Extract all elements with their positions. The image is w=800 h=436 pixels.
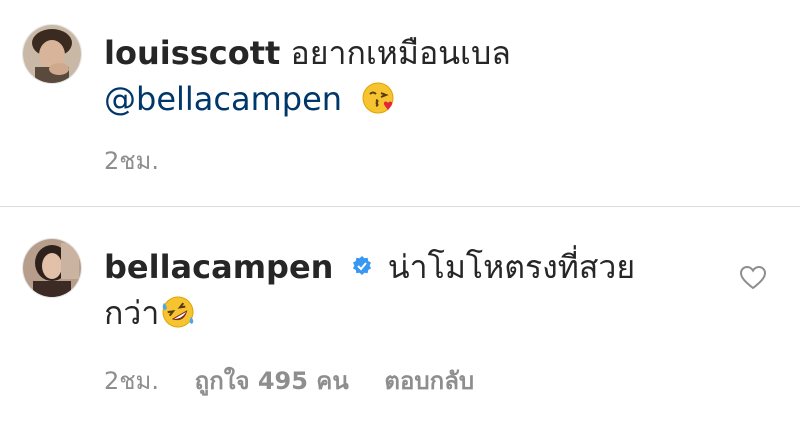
comment-body: อยากเหมือนเบล [290, 34, 511, 72]
kissing-face-with-heart-icon [362, 82, 394, 114]
comment-timestamp: 2ชม. [104, 367, 160, 395]
rolling-on-the-floor-laughing-icon [162, 296, 194, 328]
avatar-louisscott-image [23, 25, 81, 83]
avatar-bellacampen-image [23, 239, 81, 297]
comment-username[interactable]: bellacampen [104, 248, 333, 286]
avatar[interactable] [22, 24, 82, 84]
reply-button[interactable]: ตอบกลับ [384, 367, 474, 395]
verified-badge-icon [352, 256, 371, 275]
comment-username[interactable]: louisscott [104, 34, 280, 72]
comment-item: bellacampen น่าโมโหตรงที่สวย กว่า 2ชม. ถ… [0, 207, 800, 436]
comment-text: louisscott อยากเหมือนเบล @bellacampen [104, 30, 664, 122]
comments-screen: louisscott อยากเหมือนเบล @bellacampen 2ช… [0, 0, 800, 436]
avatar[interactable] [22, 238, 82, 298]
like-heart-icon[interactable] [740, 266, 766, 290]
comment-text: bellacampen น่าโมโหตรงที่สวย กว่า [104, 244, 704, 336]
comment-body: น่าโมโหตรงที่สวย [387, 248, 636, 286]
comment-body-line2: กว่า [104, 294, 160, 332]
comment-item: louisscott อยากเหมือนเบล @bellacampen 2ช… [0, 0, 800, 206]
comment-timestamp: 2ชม. [104, 147, 160, 175]
likes-count-link[interactable]: ถูกใจ 495 คน [195, 367, 349, 395]
comment-meta: 2ชม. [104, 146, 187, 176]
comment-meta: 2ชม. ถูกใจ 495 คน ตอบกลับ [104, 366, 502, 396]
mention-link[interactable]: @bellacampen [104, 80, 342, 118]
